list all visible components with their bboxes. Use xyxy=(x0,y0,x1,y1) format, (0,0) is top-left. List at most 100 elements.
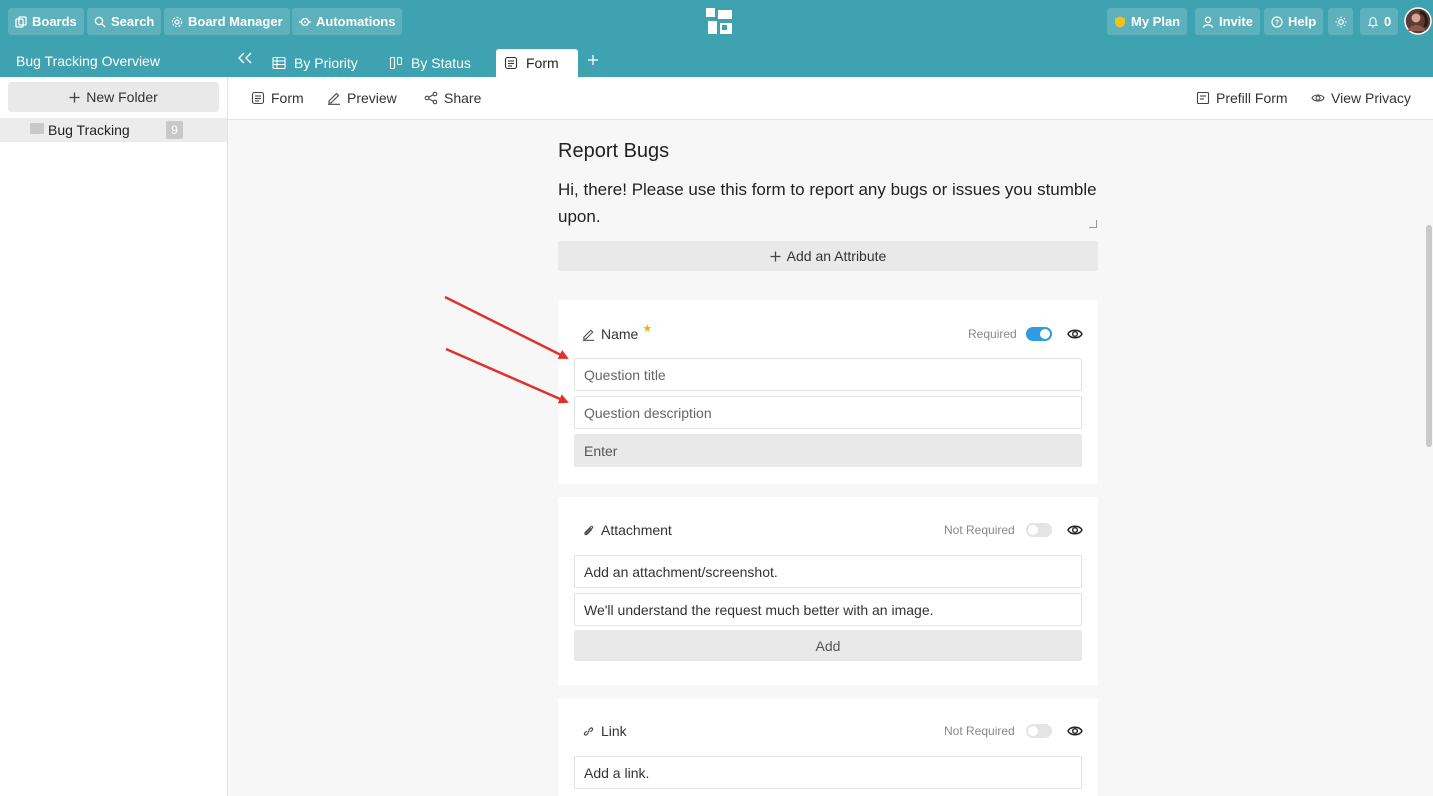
boards-button[interactable]: Boards xyxy=(8,8,84,35)
shield-icon xyxy=(1115,16,1125,28)
board-overview-title: Bug Tracking Overview xyxy=(16,53,160,69)
question-name: Link xyxy=(601,723,627,739)
view-privacy-label: View Privacy xyxy=(1331,90,1411,106)
plus-icon xyxy=(770,251,781,261)
requirement-label: Not Required xyxy=(944,724,1015,738)
new-folder-button[interactable]: New Folder xyxy=(8,82,219,112)
notifications-count: 0 xyxy=(1384,14,1392,29)
sidebar-item-bug-tracking[interactable]: Bug Tracking 9 xyxy=(0,118,227,142)
question-header: Attachment xyxy=(582,522,672,538)
add-attachment-button: Add xyxy=(574,630,1082,661)
form-mode-label: Form xyxy=(271,90,304,106)
help-label: Help xyxy=(1288,14,1317,29)
search-icon xyxy=(94,16,106,27)
plus-icon xyxy=(69,92,80,102)
prefill-form-button[interactable]: Prefill Form xyxy=(1196,90,1288,106)
notifications-button[interactable]: 0 xyxy=(1360,8,1399,35)
prefill-icon xyxy=(1196,91,1210,105)
requirement-label: Not Required xyxy=(944,523,1015,537)
help-button[interactable]: ? Help xyxy=(1264,8,1324,35)
svg-text:?: ? xyxy=(1275,19,1279,26)
folder-icon xyxy=(30,123,44,134)
automations-button[interactable]: Automations xyxy=(292,8,403,35)
my-plan-button[interactable]: My Plan xyxy=(1107,8,1188,35)
question-title-input[interactable]: Add an attachment/screenshot. xyxy=(574,555,1082,588)
app-logo[interactable] xyxy=(706,8,734,36)
bell-icon xyxy=(1367,16,1379,28)
preview-button[interactable]: Preview xyxy=(327,90,397,106)
question-description-input[interactable]: Question description xyxy=(574,396,1082,429)
tab-by-priority[interactable]: By Priority xyxy=(264,49,366,77)
sidebar: New Folder Bug Tracking 9 xyxy=(0,77,228,796)
top-bar: Boards Search Board Manager Automations … xyxy=(0,0,1433,43)
required-star-icon: ★ xyxy=(642,322,653,335)
new-folder-label: New Folder xyxy=(86,89,158,105)
folder-label: Bug Tracking xyxy=(48,122,130,138)
required-toggle[interactable] xyxy=(1026,327,1052,341)
question-card-attachment: Attachment Not Required Add an attachmen… xyxy=(558,497,1098,685)
form-title[interactable]: Report Bugs xyxy=(558,140,669,163)
boards-icon xyxy=(15,15,27,28)
board-manager-button[interactable]: Board Manager xyxy=(164,8,290,35)
table-icon xyxy=(272,56,286,70)
question-card-link: Link Not Required Add a link. xyxy=(558,698,1098,796)
resize-handle-icon[interactable] xyxy=(1089,220,1097,228)
annotation-arrow xyxy=(445,347,569,404)
eye-icon xyxy=(1311,94,1325,102)
pencil-icon xyxy=(582,329,595,341)
share-label: Share xyxy=(444,90,482,106)
collapse-sidebar-icon[interactable] xyxy=(237,51,253,70)
form-toolbar: Form Preview Share Prefill Form View Pri… xyxy=(228,77,1433,120)
invite-button[interactable]: Invite xyxy=(1195,8,1260,35)
view-privacy-button[interactable]: View Privacy xyxy=(1311,90,1411,106)
tab-form[interactable]: Form xyxy=(496,49,578,77)
search-button[interactable]: Search xyxy=(87,8,162,35)
question-header: Link xyxy=(582,723,627,739)
kanban-icon xyxy=(389,56,403,70)
search-label: Search xyxy=(111,14,155,29)
required-toggle[interactable] xyxy=(1026,724,1052,738)
share-button[interactable]: Share xyxy=(424,90,481,106)
question-title-input[interactable]: Add a link. xyxy=(574,756,1082,789)
link-icon xyxy=(583,726,594,736)
vertical-scrollbar[interactable] xyxy=(1426,225,1432,447)
boards-label: Boards xyxy=(32,14,77,29)
visibility-eye-icon[interactable] xyxy=(1067,522,1083,538)
required-toggle[interactable] xyxy=(1026,523,1052,537)
user-icon xyxy=(1202,16,1214,28)
invite-label: Invite xyxy=(1219,14,1253,29)
tab-label: Form xyxy=(526,55,559,71)
gear-icon xyxy=(171,16,183,27)
visibility-eye-icon[interactable] xyxy=(1067,723,1083,739)
board-manager-label: Board Manager xyxy=(188,14,283,29)
form-icon xyxy=(504,56,518,70)
question-card-name: Name ★ Required Question title Question … xyxy=(558,300,1098,484)
form-icon xyxy=(251,91,265,105)
automations-label: Automations xyxy=(316,14,396,29)
question-description-input[interactable]: We'll understand the request much better… xyxy=(574,593,1082,626)
form-mode-button[interactable]: Form xyxy=(251,90,304,106)
theme-toggle-button[interactable] xyxy=(1328,8,1353,35)
form-description-textarea[interactable]: Hi, there! Please use this form to repor… xyxy=(558,176,1098,230)
add-view-button[interactable] xyxy=(586,53,600,72)
tab-label: By Priority xyxy=(294,55,358,71)
requirement-label: Required xyxy=(968,327,1017,341)
prefill-form-label: Prefill Form xyxy=(1216,90,1288,106)
sun-icon xyxy=(1335,16,1346,27)
view-tab-bar: Bug Tracking Overview By Priority By Sta… xyxy=(0,43,1433,77)
question-name: Name xyxy=(601,326,639,342)
avatar[interactable] xyxy=(1404,7,1432,35)
tab-label: By Status xyxy=(411,55,471,71)
automations-icon xyxy=(299,17,311,26)
paperclip-icon xyxy=(584,525,594,535)
my-plan-label: My Plan xyxy=(1131,14,1181,29)
add-attribute-button[interactable]: Add an Attribute xyxy=(558,241,1098,271)
pencil-icon xyxy=(328,92,340,105)
folder-count-badge: 9 xyxy=(166,121,183,139)
annotation-arrow xyxy=(444,295,569,360)
visibility-eye-icon[interactable] xyxy=(1067,326,1083,342)
question-header: Name ★ xyxy=(582,323,652,342)
question-title-input[interactable]: Question title xyxy=(574,358,1082,391)
tab-by-status[interactable]: By Status xyxy=(381,49,479,77)
answer-preview-input: Enter xyxy=(574,434,1082,467)
